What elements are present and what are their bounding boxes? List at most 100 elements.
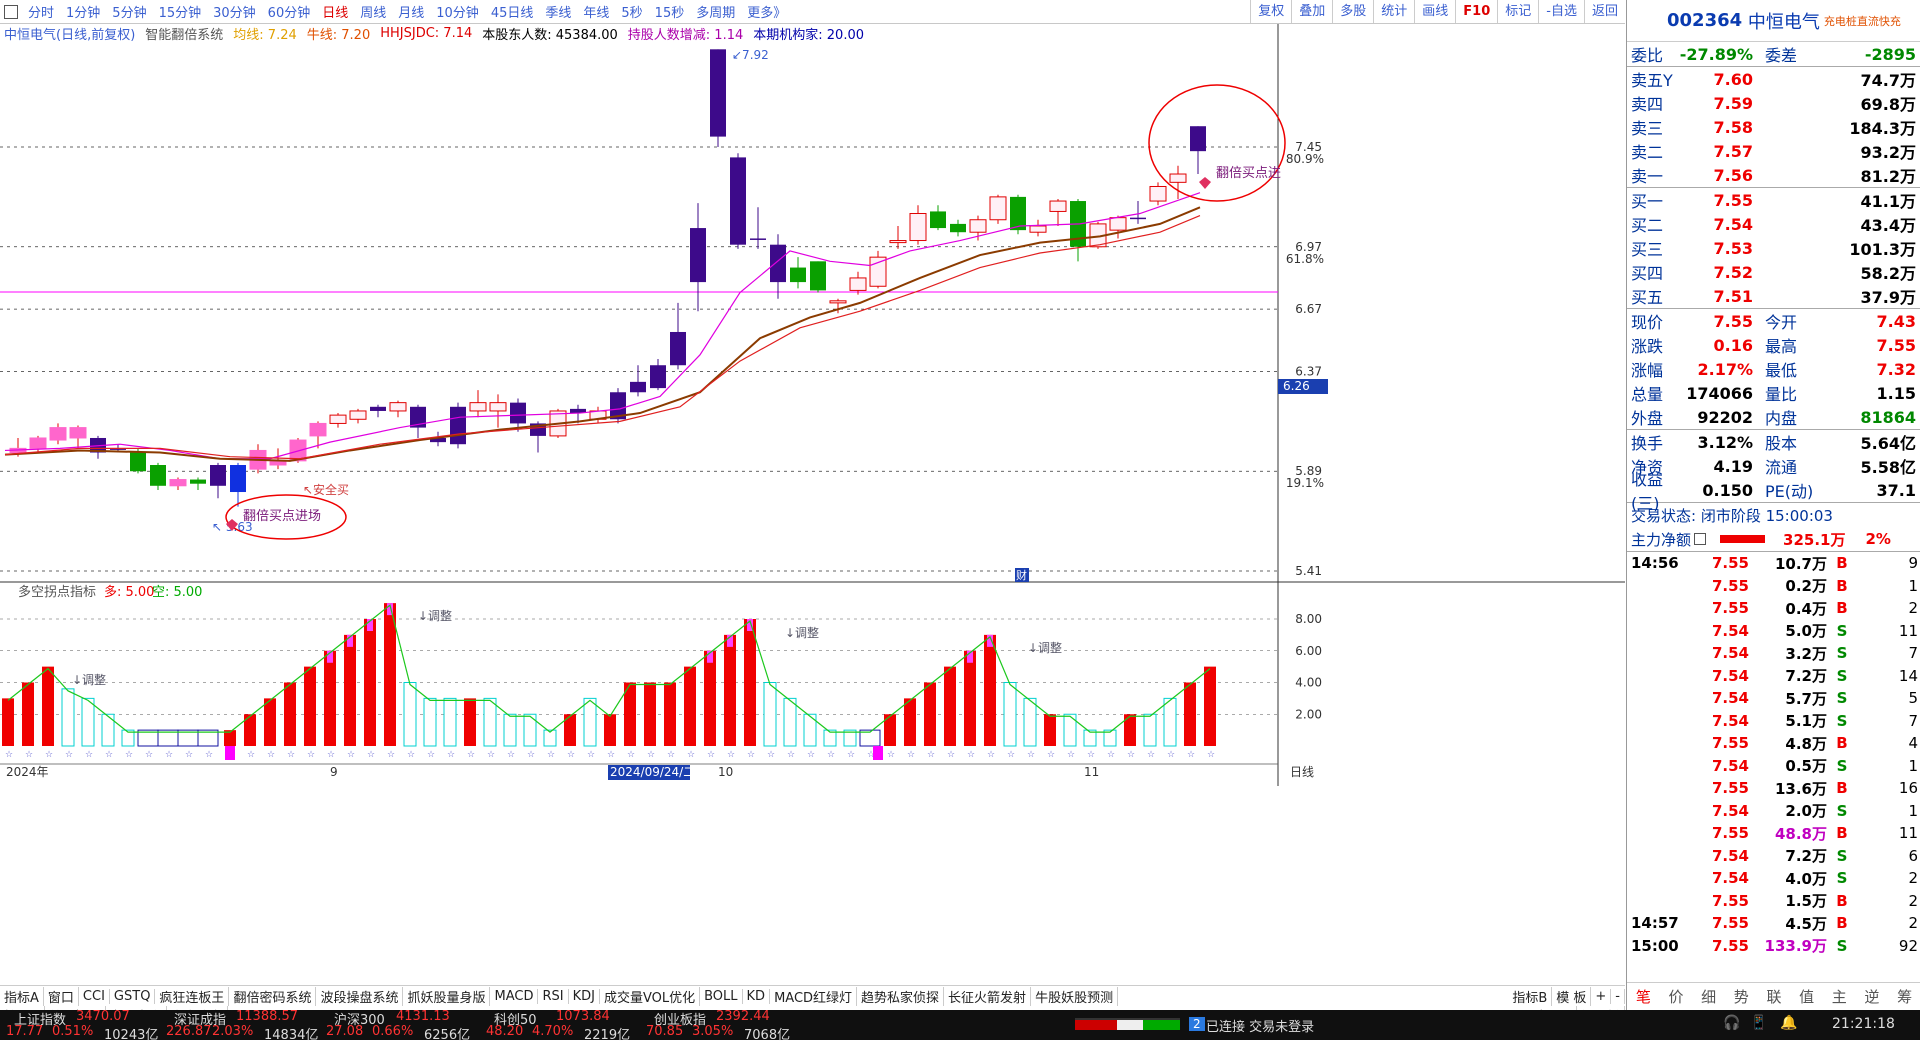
window-icon[interactable] bbox=[4, 4, 18, 19]
indicator-tab[interactable]: GSTQ bbox=[110, 989, 156, 1004]
panel-tab[interactable]: 势 bbox=[1734, 986, 1749, 1007]
period-tab[interactable]: 5秒 bbox=[621, 6, 642, 21]
period-tab[interactable]: 季线 bbox=[545, 6, 571, 21]
period-tab[interactable]: 5分钟 bbox=[112, 6, 146, 21]
indicator-tab[interactable]: KDJ bbox=[569, 989, 600, 1004]
period-tab[interactable]: 月线 bbox=[398, 6, 424, 21]
institutions-label: 本期机构家: 20.00 bbox=[753, 27, 864, 43]
indicator-tab[interactable]: CCI bbox=[79, 989, 110, 1004]
quote-value: 3.12% bbox=[1697, 432, 1753, 452]
indicator-tab[interactable]: 翻倍密码系统 bbox=[229, 987, 317, 1006]
star-marker: ☆ bbox=[787, 750, 795, 760]
tick-row: 7.54 7.2万 S 6 bbox=[1627, 845, 1920, 868]
panel-tab[interactable]: 筹 bbox=[1897, 986, 1912, 1007]
indicator-tab-right[interactable]: 指标B bbox=[1508, 987, 1553, 1006]
tick-price: 7.54 bbox=[1711, 846, 1749, 865]
bell-icon[interactable]: 🔔 bbox=[1780, 1015, 1797, 1031]
tick-count: 11 bbox=[1898, 621, 1918, 640]
bid-label: 买五 bbox=[1631, 288, 1664, 307]
ask-row[interactable]: 卖五Y 7.60 74.7万 bbox=[1627, 67, 1920, 91]
ask-book: 卖五Y 7.60 74.7万 卖四 7.59 69.8万 卖三 7.58 184.3万 卖二 7.5… bbox=[1627, 67, 1920, 187]
connection-badge[interactable]: 2 bbox=[1189, 1017, 1205, 1031]
ask-row[interactable]: 卖四 7.59 69.8万 bbox=[1627, 91, 1920, 115]
indicator-tab[interactable]: RSI bbox=[538, 989, 569, 1004]
quote-table: 现价 7.55 今开 7.43 涨跌 0.16 最高 7.55 涨幅 2.17% 最低 7.32 总量 1… bbox=[1627, 309, 1920, 429]
indicator-tab[interactable]: MACD红绿灯 bbox=[770, 987, 858, 1006]
indicator-tab[interactable]: 长征火箭发射 bbox=[944, 987, 1032, 1006]
candlestick-chart[interactable]: 7.456.976.676.375.895.4180.9%61.8%19.1%6… bbox=[0, 24, 1625, 786]
period-tab[interactable]: 45日线 bbox=[491, 6, 534, 21]
panel-tab[interactable]: 主 bbox=[1832, 986, 1847, 1007]
indicator-tab[interactable]: 成交量VOL优化 bbox=[600, 987, 701, 1006]
period-tab[interactable]: 日线 bbox=[322, 6, 348, 21]
indicator-tab[interactable]: 趋势私家侦探 bbox=[857, 987, 945, 1006]
panel-tab[interactable]: 价 bbox=[1668, 986, 1683, 1007]
quote-row: 现价 7.55 今开 7.43 bbox=[1627, 309, 1920, 333]
period-tab[interactable]: 15秒 bbox=[655, 6, 685, 21]
fundamental-table: 换手 3.12% 股本 5.64亿 净资 4.19 流通 5.58亿 收益(三) 0.150 PE(… bbox=[1627, 430, 1920, 514]
star-marker: ☆ bbox=[45, 750, 53, 760]
toolbar-button[interactable]: F10 bbox=[1455, 0, 1497, 23]
indicator-bar bbox=[763, 682, 777, 747]
indicator-tab[interactable]: BOLL bbox=[700, 989, 743, 1004]
quote-value: 92202 bbox=[1697, 407, 1753, 427]
tick-time: 14:57 bbox=[1631, 914, 1679, 933]
toolbar-button[interactable]: 多股 bbox=[1332, 0, 1373, 23]
panel-tab[interactable]: 细 bbox=[1701, 986, 1716, 1007]
period-tab[interactable]: 1分钟 bbox=[66, 6, 100, 21]
period-tab[interactable]: 60分钟 bbox=[268, 6, 311, 21]
period-tab[interactable]: 10分钟 bbox=[436, 6, 479, 21]
indicator-tab[interactable]: MACD bbox=[490, 989, 539, 1004]
toolbar-button[interactable]: -自选 bbox=[1538, 0, 1584, 23]
indicator-tab[interactable]: 窗口 bbox=[44, 987, 79, 1006]
panel-tab[interactable]: 笔 bbox=[1636, 986, 1651, 1007]
bid-row[interactable]: 买五 7.51 37.9万 bbox=[1627, 284, 1920, 308]
tick-count: 2 bbox=[1908, 869, 1918, 888]
tick-count: 11 bbox=[1898, 824, 1918, 843]
period-tab[interactable]: 多周期 bbox=[696, 6, 735, 21]
toolbar-button[interactable]: 返回 bbox=[1583, 0, 1625, 23]
tick-row: 7.54 5.0万 S 11 bbox=[1627, 620, 1920, 643]
indicator-tab[interactable]: 牛股妖股预测 bbox=[1031, 987, 1119, 1006]
indicator-tab[interactable]: 疯狂连板王 bbox=[155, 987, 230, 1006]
indicator-tab[interactable]: 波段操盘系统 bbox=[316, 987, 404, 1006]
ask-row[interactable]: 卖三 7.58 184.3万 bbox=[1627, 115, 1920, 139]
period-tab[interactable]: 周线 bbox=[360, 6, 386, 21]
period-tab[interactable]: 年线 bbox=[583, 6, 609, 21]
phone-icon[interactable]: 📱 bbox=[1750, 1015, 1767, 1031]
indicator-tab-right[interactable]: 模 板 bbox=[1552, 987, 1592, 1006]
bid-row[interactable]: 买三 7.53 101.3万 bbox=[1627, 236, 1920, 260]
calendar-icon[interactable] bbox=[1694, 533, 1707, 545]
period-tab[interactable]: 30分钟 bbox=[213, 6, 256, 21]
weibi-row: 委比 -27.89% 委差 -2895 bbox=[1627, 42, 1920, 66]
toolbar-button[interactable]: 复权 bbox=[1250, 0, 1291, 23]
tick-volume: 2.0万 bbox=[1785, 802, 1827, 821]
indicator-tab-right[interactable]: + bbox=[1591, 989, 1612, 1004]
bid-row[interactable]: 买二 7.54 43.4万 bbox=[1627, 212, 1920, 236]
headphone-icon[interactable]: 🎧 bbox=[1723, 1015, 1740, 1031]
lower-tick: 4.00 bbox=[1295, 676, 1322, 690]
star-marker: ☆ bbox=[1167, 750, 1175, 760]
ask-row[interactable]: 卖一 7.56 81.2万 bbox=[1627, 163, 1920, 187]
toolbar-button[interactable]: 画线 bbox=[1414, 0, 1455, 23]
bid-row[interactable]: 买一 7.55 41.1万 bbox=[1627, 188, 1920, 212]
period-tab[interactable]: 分时 bbox=[28, 6, 54, 21]
bid-row[interactable]: 买四 7.52 58.2万 bbox=[1627, 260, 1920, 284]
indicator-tab[interactable]: 指标A bbox=[0, 987, 44, 1006]
toolbar-button[interactable]: 叠加 bbox=[1291, 0, 1332, 23]
panel-tab[interactable]: 联 bbox=[1766, 986, 1781, 1007]
indicator-tab-right[interactable]: - bbox=[1611, 989, 1625, 1004]
toolbar-button[interactable]: 标记 bbox=[1497, 0, 1538, 23]
tick-list[interactable]: 14:56 7.55 10.7万 B 9 7.55 0.2万 B 1 7.55 0.4万 B 2 7.54… bbox=[1627, 552, 1920, 957]
indicator-tab[interactable]: KD bbox=[743, 989, 771, 1004]
tick-row: 7.55 0.4万 B 2 bbox=[1627, 597, 1920, 620]
period-tab[interactable]: 更多》 bbox=[747, 6, 786, 21]
concept-tag[interactable]: 充电桩直流快充 bbox=[1824, 13, 1901, 29]
indicator-tab[interactable]: 抓妖股量身版 bbox=[403, 987, 491, 1006]
toolbar-button[interactable]: 统计 bbox=[1373, 0, 1414, 23]
panel-tab[interactable]: 值 bbox=[1799, 986, 1814, 1007]
connection-status[interactable]: 已连接 交易未登录 bbox=[1206, 1016, 1314, 1035]
ask-row[interactable]: 卖二 7.57 93.2万 bbox=[1627, 139, 1920, 163]
panel-tab[interactable]: 逆 bbox=[1864, 986, 1879, 1007]
period-tab[interactable]: 15分钟 bbox=[159, 6, 202, 21]
